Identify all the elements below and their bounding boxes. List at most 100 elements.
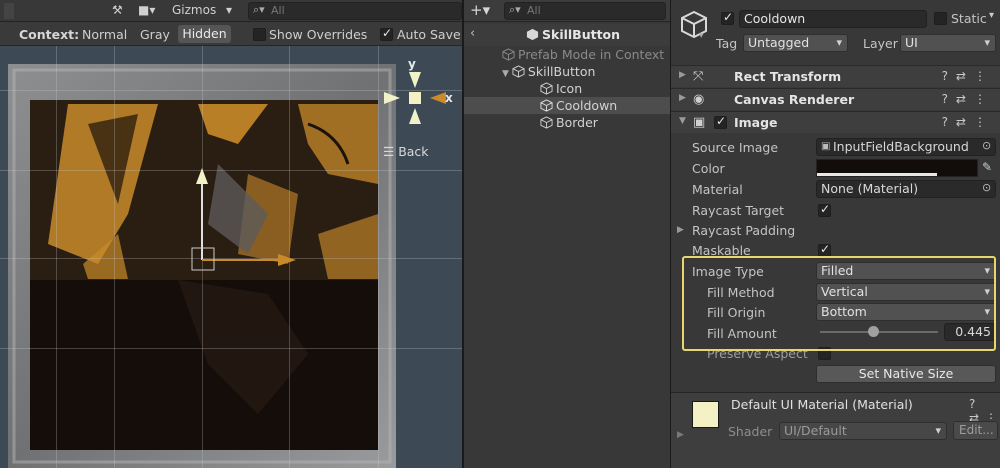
fold-arrow-icon[interactable]: ▶	[679, 70, 686, 80]
axis-x-label: x	[445, 91, 453, 105]
rect-transform-icon: ⤧	[693, 69, 704, 84]
sprite-icon: ▣	[821, 141, 831, 152]
tag-label: Tag	[716, 36, 738, 51]
hierarchy-item-border[interactable]: Border	[464, 114, 670, 131]
source-image-field[interactable]: ▣ InputFieldBackground	[816, 138, 996, 156]
gizmos-dropdown-icon[interactable]: ▾	[226, 3, 232, 19]
hierarchy-item-label: SkillButton	[527, 64, 596, 79]
expand-arrow-icon[interactable]: ▼	[502, 69, 509, 79]
component-title: Image	[734, 115, 778, 130]
color-label: Color	[692, 161, 725, 176]
tag-dropdown[interactable]: Untagged	[743, 34, 848, 52]
search-icon: ⌕▾	[509, 3, 521, 16]
prefab-cube-icon	[526, 28, 539, 41]
source-image-value: InputFieldBackground	[833, 139, 969, 154]
color-swatch[interactable]	[816, 159, 978, 177]
component-title: Rect Transform	[734, 69, 842, 84]
grid-line	[0, 348, 462, 349]
static-dropdown-icon[interactable]: ▾	[989, 10, 994, 21]
prefab-header: ‹ SkillButton	[464, 24, 670, 46]
material-title: Default UI Material (Material)	[731, 397, 913, 412]
view-back-label[interactable]: ☰ Back	[383, 144, 429, 159]
context-gray-button[interactable]: Gray	[140, 27, 170, 42]
raycast-padding-label: Raycast Padding	[692, 223, 796, 238]
raycast-target-checkbox[interactable]	[818, 202, 831, 217]
layer-dropdown[interactable]: UI	[900, 34, 996, 52]
hierarchy-toolbar: +▾ ⌕▾ All	[464, 0, 670, 22]
fold-arrow-icon[interactable]: ▶	[677, 225, 684, 235]
add-icon[interactable]: +▾	[470, 1, 490, 19]
raycast-target-label: Raycast Target	[692, 203, 785, 218]
eyedropper-icon[interactable]: ✎	[982, 160, 992, 174]
back-label-text: Back	[398, 144, 429, 159]
show-overrides-checkbox[interactable]	[253, 28, 266, 41]
shader-dropdown[interactable]: UI/Default	[779, 422, 947, 440]
component-menu-icons[interactable]: ?⇄⋮	[942, 115, 994, 129]
camera-icon[interactable]: ■▾	[138, 3, 155, 19]
fold-arrow-icon[interactable]: ▼	[679, 116, 686, 126]
axis-y-label: y	[408, 57, 416, 71]
cube-icon	[502, 48, 515, 61]
alpha-bar	[817, 173, 937, 176]
gameobject-cube-icon	[681, 10, 707, 39]
static-checkbox[interactable]	[934, 12, 947, 25]
hierarchy-item-cooldown[interactable]: Cooldown	[464, 97, 670, 114]
image-icon: ▣	[693, 115, 706, 130]
object-picker-icon[interactable]: ⊙	[982, 139, 991, 152]
search-placeholder: All	[527, 4, 541, 17]
layer-label: Layer	[863, 36, 898, 51]
scene-toolbar: ⚒ ■▾ Gizmos ▾ ⌕▾ All	[0, 0, 462, 22]
cube-icon	[540, 99, 553, 112]
active-checkbox[interactable]	[721, 10, 734, 25]
eye-icon: ◉	[693, 92, 705, 107]
material-field[interactable]: None (Material)	[816, 180, 996, 198]
object-picker-icon[interactable]: ⊙	[982, 181, 991, 194]
context-hidden-button[interactable]: Hidden	[178, 25, 231, 43]
icon-dropdown-icon[interactable]: ▾	[699, 31, 704, 41]
hierarchy-search-input[interactable]: ⌕▾ All	[504, 2, 666, 20]
context-label: Context:	[19, 27, 80, 42]
cube-icon	[512, 65, 525, 78]
back-arrow-icon[interactable]: ‹	[470, 26, 475, 41]
fold-arrow-icon[interactable]: ▶	[679, 93, 686, 103]
hierarchy-item-icon[interactable]: Icon	[464, 80, 670, 97]
search-icon: ⌕▾	[253, 3, 265, 16]
hierarchy-item-label: Icon	[556, 81, 583, 96]
scene-view[interactable]: y x ☰ Back ⚒ ■▾ Gizmos ▾ ⌕▾ All Context:…	[0, 0, 462, 468]
component-canvas-renderer[interactable]: ▶ ◉ Canvas Renderer ?⇄⋮	[671, 88, 1000, 110]
grid-line	[378, 46, 379, 468]
move-gizmo[interactable]	[180, 160, 300, 280]
auto-save-checkbox[interactable]	[380, 26, 393, 41]
hierarchy-item-label: Border	[556, 115, 598, 130]
grid-line	[114, 46, 115, 468]
highlight-box	[682, 256, 996, 351]
prefab-mode-row: Prefab Mode in Context	[464, 46, 670, 63]
component-title: Canvas Renderer	[734, 92, 855, 107]
prefab-title: SkillButton	[526, 27, 620, 42]
image-enabled-checkbox[interactable]	[714, 114, 727, 129]
set-native-size-button[interactable]: Set Native Size	[816, 365, 996, 383]
search-placeholder: All	[271, 4, 285, 17]
component-rect-transform[interactable]: ▶ ⤧ Rect Transform ?⇄⋮	[671, 65, 1000, 87]
grid-line	[56, 46, 57, 468]
cube-icon	[540, 82, 553, 95]
object-name-field[interactable]: Cooldown	[739, 10, 927, 28]
hierarchy-item-skillbutton[interactable]: ▼ SkillButton	[464, 63, 670, 80]
static-label: Static	[951, 11, 987, 26]
shader-label: Shader	[728, 424, 773, 439]
shader-edit-button[interactable]: Edit...	[953, 421, 998, 440]
material-preview-swatch	[692, 401, 719, 428]
tools-icon[interactable]: ⚒	[112, 3, 123, 19]
material-label: Material	[692, 182, 743, 197]
context-normal-button[interactable]: Normal	[82, 27, 127, 42]
cube-icon	[540, 116, 553, 129]
gizmos-button[interactable]: Gizmos	[172, 3, 216, 19]
scene-search-input[interactable]: ⌕▾ All	[248, 2, 462, 20]
auto-save-label: Auto Save	[397, 27, 461, 42]
hierarchy-item-label: Cooldown	[556, 98, 618, 113]
component-menu-icons[interactable]: ?⇄⋮	[942, 92, 994, 106]
panel-handle	[4, 3, 14, 19]
fold-arrow-icon[interactable]: ▶	[677, 430, 684, 440]
component-image[interactable]: ▼ ▣ Image ?⇄⋮	[671, 111, 1000, 133]
component-menu-icons[interactable]: ?⇄⋮	[942, 69, 994, 83]
